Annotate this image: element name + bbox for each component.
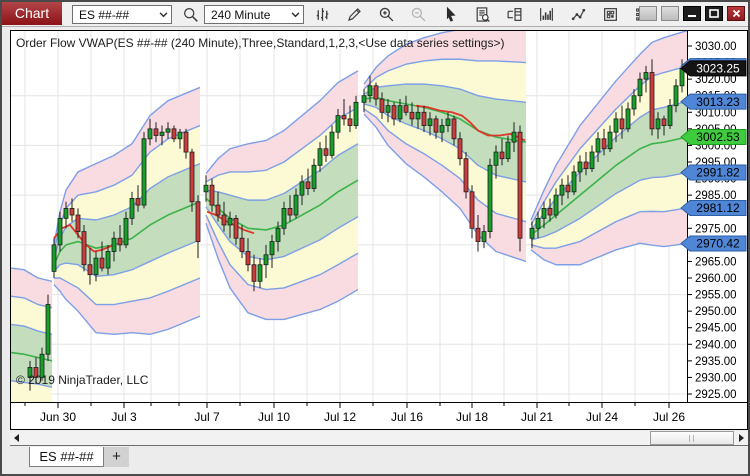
- properties-icon: [603, 8, 617, 21]
- instrument-selector[interactable]: ES ##-##: [72, 5, 172, 24]
- svg-text:2981.12: 2981.12: [696, 201, 740, 215]
- chart-trader-button[interactable]: [502, 5, 526, 24]
- title-bar: Chart ES ##-## 240 Minute: [2, 2, 748, 27]
- indicators-button[interactable]: [534, 5, 558, 24]
- svg-text:Jul 12: Jul 12: [324, 410, 356, 424]
- interval-selector[interactable]: 240 Minute: [204, 5, 304, 24]
- window-type-label: Chart: [2, 2, 62, 25]
- svg-text:Jun 30: Jun 30: [40, 410, 76, 424]
- svg-text:2950.00: 2950.00: [695, 306, 737, 318]
- scrollbar-thumb[interactable]: [650, 431, 734, 445]
- price-badge: 3013.23: [680, 93, 747, 110]
- price-badge: 2970.42: [680, 235, 747, 252]
- zoom-out-button[interactable]: [406, 5, 430, 24]
- price-badge: 2981.12: [680, 200, 747, 217]
- svg-text:2975.00: 2975.00: [695, 223, 737, 235]
- price-badge: 3002.53: [680, 129, 747, 146]
- scroll-left-button[interactable]: [10, 431, 23, 445]
- svg-text:2930.00: 2930.00: [695, 372, 737, 384]
- copyright-text: © 2019 NinjaTrader, LLC: [16, 373, 149, 387]
- cursor-icon: [446, 6, 456, 22]
- svg-text:Jul 16: Jul 16: [391, 410, 423, 424]
- svg-text:2940.00: 2940.00: [695, 339, 737, 351]
- chart-trader-icon: [507, 8, 521, 21]
- svg-text:2970.42: 2970.42: [696, 237, 740, 251]
- svg-text:Jul 26: Jul 26: [653, 410, 685, 424]
- chart-panel: 3030.003025.003020.003015.003010.003005.…: [10, 30, 748, 430]
- chart-style-icon: [316, 8, 328, 21]
- strategies-button[interactable]: [566, 5, 590, 24]
- svg-text:3023.25: 3023.25: [696, 62, 740, 76]
- cursor-button[interactable]: [438, 5, 462, 24]
- maximize-button[interactable]: [705, 6, 723, 21]
- maximize-icon: [709, 9, 719, 18]
- svg-text:2945.00: 2945.00: [695, 323, 737, 335]
- svg-text:3002.53: 3002.53: [696, 130, 740, 144]
- tab-bar: ES ##-## +: [2, 447, 748, 471]
- svg-text:Jul 3: Jul 3: [111, 410, 137, 424]
- scroll-right-button[interactable]: [735, 431, 748, 445]
- tab-instrument[interactable]: ES ##-##: [29, 447, 104, 467]
- svg-text:2965.00: 2965.00: [695, 256, 737, 268]
- arrow-left-icon: [14, 434, 19, 442]
- window-link-button-2[interactable]: [661, 6, 679, 21]
- price-badge: 2991.82: [680, 164, 747, 181]
- svg-text:Jul 10: Jul 10: [258, 410, 290, 424]
- strategies-icon: [571, 8, 585, 21]
- minimize-button[interactable]: [683, 6, 701, 21]
- indicators-icon: [539, 8, 553, 21]
- svg-text:Jul 18: Jul 18: [456, 410, 488, 424]
- search-icon: [183, 8, 198, 22]
- window-controls: [639, 6, 745, 21]
- svg-text:2960.00: 2960.00: [695, 273, 737, 285]
- price-chart[interactable]: 3030.003025.003020.003015.003010.003005.…: [10, 30, 748, 430]
- chart-window: Chart ES ##-## 240 Minute 3030.003025.00…: [0, 0, 750, 476]
- horizontal-scrollbar[interactable]: [10, 431, 748, 446]
- instrument-search-button[interactable]: [178, 5, 202, 24]
- svg-text:2955.00: 2955.00: [695, 290, 737, 302]
- indicator-label: Order Flow VWAP(ES ##-## (240 Minute),Th…: [16, 36, 505, 50]
- close-icon: [732, 9, 740, 18]
- chevron-down-icon: [159, 12, 168, 18]
- minimize-icon: [688, 15, 696, 17]
- toolbar-icons: [310, 5, 662, 24]
- svg-text:Jul 24: Jul 24: [586, 410, 618, 424]
- zoom-in-icon: [379, 7, 393, 22]
- svg-text:3013.23: 3013.23: [696, 95, 740, 109]
- instrument-value: ES ##-##: [79, 8, 130, 22]
- window-link-button-1[interactable]: [639, 6, 657, 21]
- chevron-down-icon: [291, 12, 300, 18]
- svg-text:2935.00: 2935.00: [695, 356, 737, 368]
- zoom-in-button[interactable]: [374, 5, 398, 24]
- svg-text:2925.00: 2925.00: [695, 389, 737, 401]
- drawing-tools-icon: [347, 8, 361, 21]
- data-box-button[interactable]: [470, 5, 494, 24]
- price-badge: 3023.25: [680, 60, 747, 77]
- svg-text:Jul 7: Jul 7: [194, 410, 220, 424]
- properties-button[interactable]: [598, 5, 622, 24]
- svg-text:Jul 21: Jul 21: [521, 410, 553, 424]
- data-box-icon: [476, 7, 490, 22]
- svg-text:3030.00: 3030.00: [695, 41, 737, 53]
- arrow-right-icon: [739, 434, 744, 442]
- chart-style-button[interactable]: [310, 5, 334, 24]
- drawing-tools-button[interactable]: [342, 5, 366, 24]
- interval-value: 240 Minute: [211, 8, 271, 22]
- svg-text:2991.82: 2991.82: [696, 166, 740, 180]
- close-button[interactable]: [727, 6, 745, 21]
- add-tab-button[interactable]: +: [104, 447, 129, 467]
- zoom-out-icon: [411, 7, 425, 22]
